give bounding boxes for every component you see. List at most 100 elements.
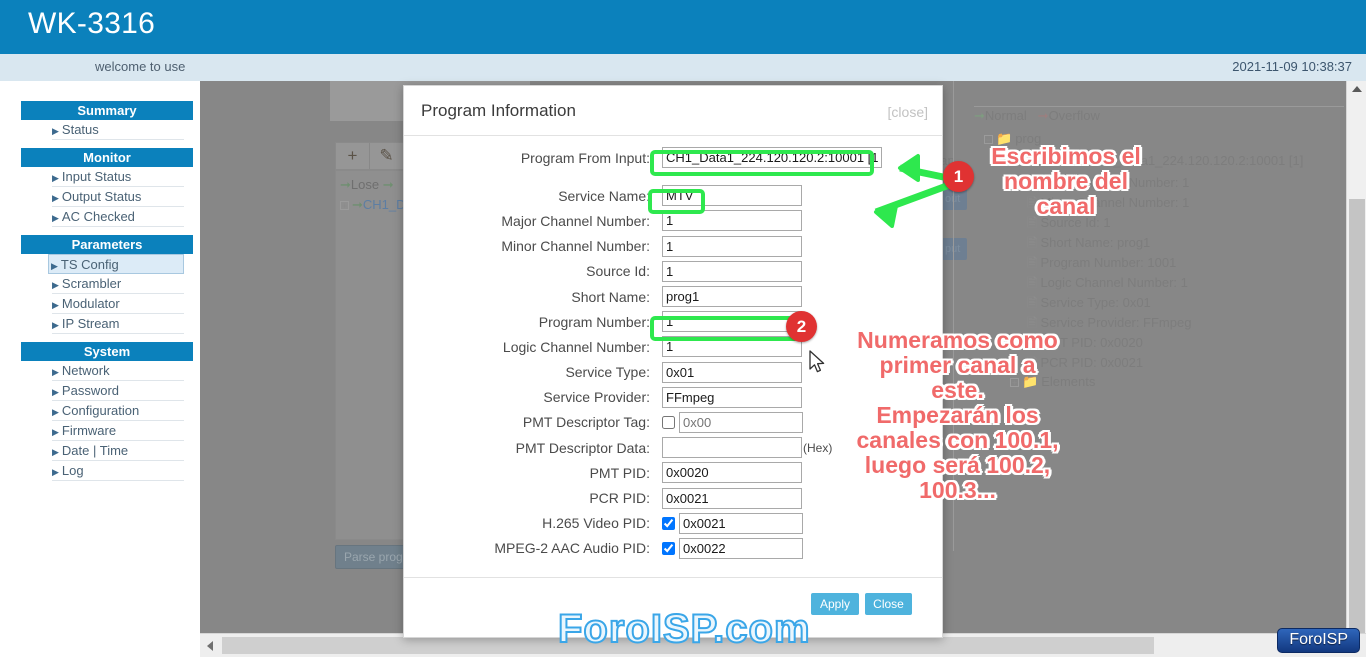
field-label: PMT Descriptor Data:	[515, 439, 650, 456]
sidebar-item-label: Input Status	[61, 169, 132, 184]
mpeg2-aac-audio-pid-checkbox[interactable]	[662, 541, 675, 555]
sidebar-item-configuration[interactable]: ▶ Configuration	[52, 401, 184, 421]
tree-root-row[interactable]: − 📁 prog	[984, 131, 1041, 147]
tree-elements-row[interactable]: + 📁 Elements	[1010, 374, 1095, 390]
tree-service-row[interactable]: −1: Service1: CH1_Data1_224.120.120.2:10…	[1003, 153, 1303, 168]
chevron-right-icon: ▶	[52, 320, 59, 330]
dialog-body: Program From Input: Service Name: Major …	[404, 136, 942, 577]
arrow-right-icon: ➞	[382, 177, 394, 192]
scroll-up-arrow-icon[interactable]	[1352, 86, 1362, 92]
scroll-left-arrow-icon[interactable]	[207, 641, 213, 651]
sidebar-item-modulator[interactable]: ▶ Modulator	[52, 294, 184, 314]
hex-suffix-label: (Hex)	[803, 440, 833, 455]
sidebar-item-ac-checked[interactable]: ▶ AC Checked	[52, 207, 184, 227]
major-channel-number-input[interactable]	[662, 210, 802, 232]
document-icon: 🖹	[1027, 235, 1038, 250]
field-label: Program Number:	[538, 313, 650, 330]
sidebar-item-ts-config[interactable]: ▶ TS Config	[48, 254, 184, 274]
field-row-program-number: Program Number:	[404, 309, 942, 334]
h265-video-pid-input[interactable]	[679, 512, 803, 534]
field-control	[662, 286, 802, 308]
field-label: PCR PID:	[589, 490, 650, 507]
horizontal-scrollbar-thumb[interactable]	[222, 637, 1154, 654]
sidebar-item-label: Log	[61, 463, 84, 478]
field-row-pcr-pid: PCR PID:	[404, 485, 942, 510]
sidebar-item-date-time[interactable]: ▶ Date | Time	[52, 441, 184, 461]
document-icon: 🖹	[1027, 335, 1038, 350]
field-control	[662, 147, 882, 169]
tree-root-label: prog	[1015, 131, 1042, 146]
short-name-input[interactable]	[662, 286, 802, 308]
sidebar-item-log[interactable]: ▶ Log	[52, 461, 184, 481]
sidebar-item-output-status[interactable]: ▶ Output Status	[52, 187, 184, 207]
chevron-right-icon: ▶	[52, 447, 59, 457]
service-provider-input[interactable]	[662, 386, 802, 408]
field-label: Service Provider:	[543, 389, 650, 406]
pmt-descriptor-tag-checkbox[interactable]	[662, 415, 675, 429]
sidebar-item-label: Date | Time	[61, 443, 129, 458]
sidebar-item-network[interactable]: ▶ Network	[52, 361, 184, 381]
chevron-right-icon: ▶	[52, 280, 59, 290]
field-label: Service Name:	[558, 187, 650, 204]
field-label: MPEG-2 AAC Audio PID:	[494, 540, 650, 557]
minor-channel-number-input[interactable]	[662, 235, 802, 257]
sidebar-item-firmware[interactable]: ▶ Firmware	[52, 421, 184, 441]
add-icon[interactable]: +	[336, 143, 370, 169]
field-control	[662, 411, 803, 433]
field-label: PMT PID:	[589, 464, 650, 481]
field-row-pmt-descriptor-tag: PMT Descriptor Tag:	[404, 410, 942, 435]
sidebar-item-label: Modulator	[61, 296, 120, 311]
dialog-footer: Apply Close	[404, 577, 942, 637]
chevron-right-icon: ▶	[52, 213, 59, 223]
close-link[interactable]: [close]	[888, 104, 928, 120]
field-row-program-from-input: Program From Input:	[404, 145, 942, 170]
field-control	[662, 336, 802, 358]
expand-plus-icon[interactable]: +	[340, 201, 349, 211]
sidebar-group-parameters: Parameters	[21, 235, 193, 254]
program-number-input[interactable]	[662, 311, 802, 333]
collapse-minus-icon[interactable]: −	[984, 135, 993, 145]
tree-child-row: 🖹 Logic Channel Number: 1	[1027, 275, 1188, 290]
service-type-input[interactable]	[662, 361, 802, 383]
h265-video-pid-checkbox[interactable]	[662, 516, 675, 530]
sidebar: Summary ▶ Status Monitor ▶ Input Status ▶ O…	[21, 81, 193, 657]
collapse-minus-icon[interactable]: −	[1003, 157, 1012, 167]
field-row-service-type: Service Type:	[404, 360, 942, 385]
service-name-input[interactable]	[662, 185, 802, 207]
document-icon: 🖹	[1027, 215, 1038, 230]
field-row-h265-video-pid: H.265 Video PID:	[404, 511, 942, 536]
logic-channel-number-input[interactable]	[662, 336, 802, 358]
pcr-pid-input[interactable]	[662, 487, 802, 509]
sidebar-item-label: AC Checked	[61, 209, 135, 224]
arrow-right-icon: ➞	[352, 197, 363, 212]
tree-child-row: 🖹 Minor Channel Number: 1	[1027, 195, 1190, 210]
tree-child-row: 🖹 PCR PID: 0x0021	[1027, 355, 1144, 370]
sidebar-item-label: Output Status	[61, 189, 142, 204]
tree-row-label: Lose	[350, 177, 380, 192]
sidebar-item-ip-stream[interactable]: ▶ IP Stream	[52, 314, 184, 334]
pmt-pid-input[interactable]	[662, 462, 802, 484]
vertical-scrollbar[interactable]	[1346, 81, 1366, 633]
tree-child-row: 🖹 Program Number: 1001	[1027, 255, 1177, 270]
edit-pencil-icon[interactable]: ✎	[370, 143, 404, 169]
pmt-descriptor-data-input[interactable]	[662, 437, 802, 459]
close-button[interactable]: Close	[865, 593, 912, 615]
program-from-input-field[interactable]	[662, 147, 882, 169]
folder-icon: 📁	[996, 131, 1013, 146]
legend-overflow-label: Overflow	[1048, 108, 1100, 123]
sidebar-item-input-status[interactable]: ▶ Input Status	[52, 167, 184, 187]
expand-plus-icon[interactable]: +	[1010, 378, 1019, 388]
field-label: Major Channel Number:	[501, 212, 650, 229]
source-id-input[interactable]	[662, 260, 802, 282]
sidebar-item-status[interactable]: ▶ Status	[52, 120, 184, 140]
annotation-marker-1: 1	[943, 161, 974, 192]
apply-button[interactable]: Apply	[811, 593, 859, 615]
mpeg2-aac-audio-pid-input[interactable]	[679, 537, 803, 559]
panel-divider	[953, 81, 954, 551]
sidebar-item-scrambler[interactable]: ▶ Scrambler	[52, 274, 184, 294]
field-row-major-channel-number: Major Channel Number:	[404, 208, 942, 233]
vertical-scrollbar-thumb[interactable]	[1349, 199, 1365, 633]
pmt-descriptor-tag-input[interactable]	[679, 411, 803, 433]
sidebar-item-label: TS Config	[60, 257, 119, 272]
sidebar-item-password[interactable]: ▶ Password	[52, 381, 184, 401]
